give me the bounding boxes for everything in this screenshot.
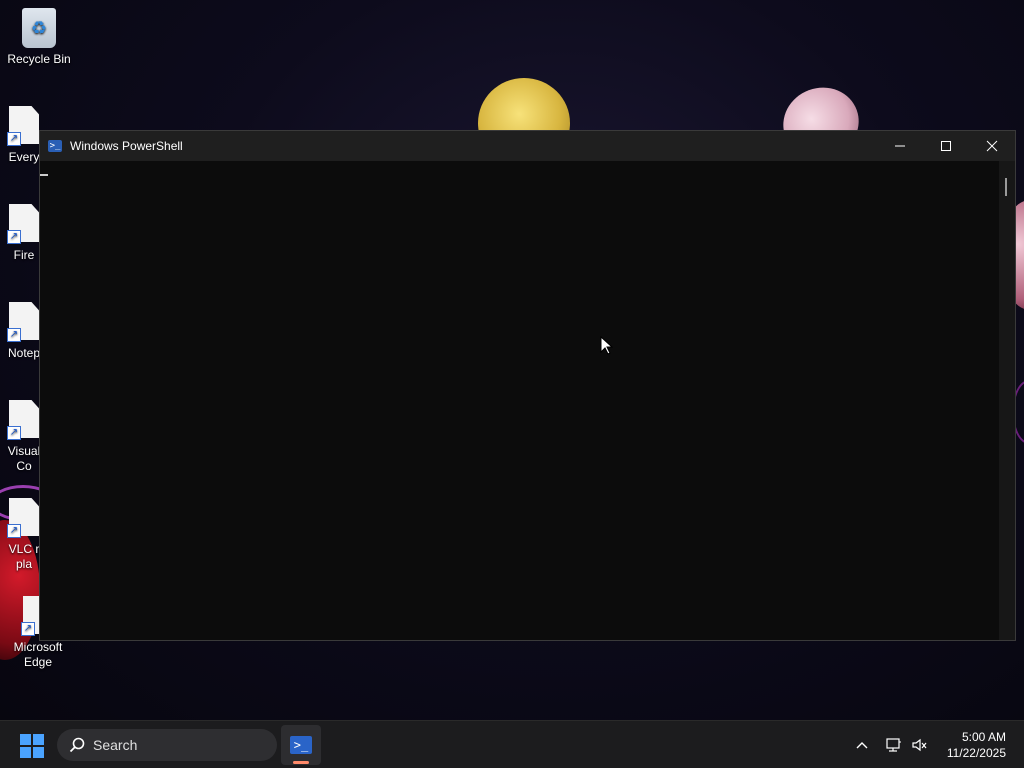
powershell-icon: >_ [48, 140, 62, 152]
close-button[interactable] [969, 131, 1015, 161]
powershell-icon: >_ [290, 736, 312, 754]
taskbar-search-box[interactable]: Search [57, 729, 277, 761]
search-icon [69, 737, 85, 753]
taskbar: Search >_ 5:00 AM 11/22/2025 [0, 720, 1024, 768]
file-icon: ↗ [7, 106, 41, 146]
powershell-window[interactable]: >_ Windows PowerShell [39, 130, 1016, 641]
window-titlebar[interactable]: >_ Windows PowerShell [40, 131, 1015, 161]
desktop-icon-label-line2: Edge [23, 655, 53, 669]
start-button[interactable] [20, 734, 44, 758]
file-icon: ↗ [7, 204, 41, 244]
file-icon: ↗ [7, 400, 41, 440]
maximize-button[interactable] [923, 131, 969, 161]
windows-logo-icon-part [33, 747, 44, 758]
file-icon: ↗ [7, 302, 41, 342]
network-icon [886, 738, 901, 752]
shortcut-arrow-icon: ↗ [7, 328, 21, 342]
network-button[interactable] [882, 721, 906, 768]
minimize-icon [895, 145, 905, 147]
shortcut-arrow-icon: ↗ [7, 230, 21, 244]
mouse-pointer-icon [600, 336, 614, 355]
file-icon: ↗ [7, 498, 41, 538]
show-hidden-icons-button[interactable] [850, 721, 874, 768]
shortcut-arrow-icon: ↗ [7, 426, 21, 440]
active-app-indicator [293, 761, 309, 764]
vertical-scrollbar[interactable] [999, 161, 1015, 640]
close-icon [986, 140, 998, 152]
volume-button[interactable] [908, 721, 932, 768]
windows-logo-icon-part [33, 734, 44, 745]
shortcut-arrow-icon: ↗ [7, 132, 21, 146]
recycle-bin-icon: ♻ [22, 8, 56, 48]
minimize-button[interactable] [877, 131, 923, 161]
desktop-icon-recycle-bin[interactable]: ♻ Recycle Bin [1, 8, 77, 67]
clock-date: 11/22/2025 [946, 746, 1006, 760]
window-controls [877, 131, 1015, 161]
clock-time: 5:00 AM [961, 730, 1006, 744]
text-cursor [40, 174, 48, 176]
taskbar-app-powershell[interactable]: >_ [281, 725, 321, 765]
search-placeholder: Search [93, 737, 138, 753]
taskbar-clock[interactable]: 5:00 AM 11/22/2025 [942, 729, 1006, 761]
scrollbar-thumb[interactable] [1005, 178, 1007, 196]
desktop-icon-label: Recycle Bin [7, 52, 71, 66]
maximize-icon [941, 141, 951, 151]
windows-logo-icon-part [20, 747, 31, 758]
volume-muted-icon [912, 738, 927, 752]
shortcut-arrow-icon: ↗ [7, 524, 21, 538]
windows-logo-icon [20, 734, 31, 745]
desktop-icon-label: Microsoft [13, 640, 63, 654]
chevron-up-icon [856, 742, 868, 749]
shortcut-arrow-icon: ↗ [21, 622, 35, 636]
console-output-area[interactable] [40, 161, 999, 640]
window-title: Windows PowerShell [70, 139, 183, 153]
